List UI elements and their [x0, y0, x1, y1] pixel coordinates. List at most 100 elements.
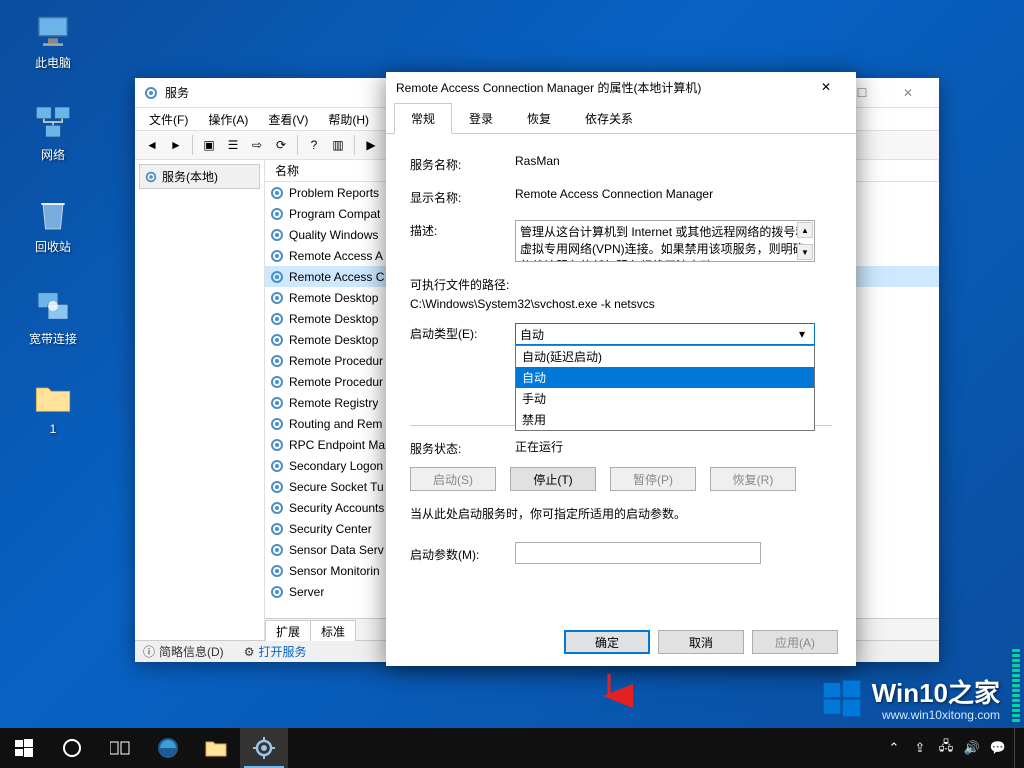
taskview-icon	[110, 740, 130, 756]
tree-item-services-local[interactable]: 服务(本地)	[139, 164, 260, 189]
help-button[interactable]: ?	[303, 134, 325, 156]
executable-label: 可执行文件的路径:	[410, 276, 832, 293]
pause-button[interactable]: 暂停(P)	[610, 467, 696, 491]
forward-button[interactable]: ►	[165, 134, 187, 156]
tray-up-icon[interactable]: ⌃	[884, 728, 904, 768]
gear-icon	[144, 170, 158, 184]
menu-action[interactable]: 操作(A)	[200, 109, 256, 130]
up-button[interactable]: ▣	[198, 134, 220, 156]
gear-icon	[269, 437, 285, 453]
taskbar-edge[interactable]	[144, 728, 192, 768]
service-name-text: Program Compat	[289, 207, 380, 221]
desktop-icon-broadband[interactable]: 宽带连接	[16, 286, 90, 347]
resume-button[interactable]: 恢复(R)	[710, 467, 796, 491]
dialog-titlebar[interactable]: Remote Access Connection Manager 的属性(本地计…	[386, 72, 856, 102]
start-params-input[interactable]	[515, 542, 761, 564]
desktop-icon-pc[interactable]: 此电脑	[16, 10, 90, 71]
scroll-up-button[interactable]: ▲	[797, 222, 813, 238]
dropdown-option[interactable]: 自动(延迟启动)	[516, 346, 814, 367]
desktop-icon-label: 网络	[16, 146, 90, 163]
dialog-content: 服务名称: RasMan 显示名称: Remote Access Connect…	[386, 134, 856, 618]
show-desktop-button[interactable]	[1014, 728, 1020, 768]
chevron-down-icon: ▾	[794, 327, 810, 341]
tray-network-icon[interactable]: 🖧	[936, 728, 956, 768]
gear-icon	[269, 458, 285, 474]
tab-general[interactable]: 常规	[394, 103, 452, 134]
info-icon: ⓘ	[143, 643, 155, 660]
hint-text: 当从此处启动服务时，你可指定所适用的启动参数。	[410, 505, 832, 522]
play-button[interactable]: ▶	[360, 134, 382, 156]
gear-icon	[269, 563, 285, 579]
column-button[interactable]: ▥	[327, 134, 349, 156]
back-button[interactable]: ◄	[141, 134, 163, 156]
properties-button[interactable]: ☰	[222, 134, 244, 156]
service-name-text: Remote Desktop	[289, 312, 378, 326]
start-button[interactable]	[0, 728, 48, 768]
service-name-text: Server	[289, 585, 324, 599]
desktop-icon-folder1[interactable]: 1	[16, 378, 90, 436]
service-name-text: Security Accounts	[289, 501, 384, 515]
service-status-value: 正在运行	[515, 438, 832, 455]
watermark: Win10之家 www.win10xitong.com	[822, 673, 1000, 722]
gear-icon	[269, 374, 285, 390]
tab-standard[interactable]: 标准	[310, 620, 356, 641]
open-services-link[interactable]: 打开服务	[258, 643, 306, 660]
gear-icon	[269, 227, 285, 243]
gear-icon	[269, 542, 285, 558]
service-name-text: Problem Reports	[289, 186, 379, 200]
description-label: 描述:	[410, 220, 515, 239]
cortana-button[interactable]	[48, 728, 96, 768]
gear-icon	[269, 206, 285, 222]
tab-dependencies[interactable]: 依存关系	[568, 103, 650, 134]
dialog-tabs: 常规 登录 恢复 依存关系	[386, 102, 856, 134]
tray-volume-icon[interactable]: 🔊	[962, 728, 982, 768]
stop-button[interactable]: 停止(T)	[510, 467, 596, 491]
gear-icon	[269, 185, 285, 201]
service-name-text: Security Center	[289, 522, 372, 536]
menu-file[interactable]: 文件(F)	[141, 109, 196, 130]
select-value: 自动	[520, 326, 794, 343]
tab-extended[interactable]: 扩展	[265, 620, 311, 641]
gear-icon	[269, 584, 285, 600]
dropdown-option[interactable]: 禁用	[516, 409, 814, 430]
service-name-text: RPC Endpoint Ma	[289, 438, 385, 452]
gear-icon: ⚙	[244, 645, 255, 659]
desktop-icon-label: 此电脑	[16, 54, 90, 71]
dialog-close-button[interactable]: ✕	[806, 72, 846, 102]
gear-icon	[269, 311, 285, 327]
folder-icon	[33, 378, 73, 418]
tree-panel: 服务(本地)	[135, 160, 265, 640]
dropdown-option[interactable]: 自动	[516, 367, 814, 388]
gear-icon	[253, 737, 275, 759]
desktop-icon-label: 回收站	[16, 238, 90, 255]
description-box: 管理从这台计算机到 Internet 或其他远程网络的拨号和虚拟专用网络(VPN…	[515, 220, 815, 262]
tray-usb-icon[interactable]: ⇪	[910, 728, 930, 768]
tray-notifications-icon[interactable]: 💬	[988, 728, 1008, 768]
tab-logon[interactable]: 登录	[452, 103, 510, 134]
startup-type-select[interactable]: 自动 ▾ 自动(延迟启动)自动手动禁用	[515, 323, 815, 345]
apply-button[interactable]: 应用(A)	[752, 630, 838, 654]
task-view-button[interactable]	[96, 728, 144, 768]
taskbar: ⌃ ⇪ 🖧 🔊 💬	[0, 728, 1024, 768]
menu-help[interactable]: 帮助(H)	[320, 109, 377, 130]
desktop-icon-recycle[interactable]: 回收站	[16, 194, 90, 255]
taskbar-explorer[interactable]	[192, 728, 240, 768]
close-button[interactable]: ✕	[885, 78, 931, 108]
export-button[interactable]: ⇨	[246, 134, 268, 156]
computer-icon	[33, 10, 73, 50]
ok-button[interactable]: 确定	[564, 630, 650, 654]
cancel-button[interactable]: 取消	[658, 630, 744, 654]
status-text: 简略信息(D)	[159, 643, 224, 660]
service-name-text: Remote Procedur	[289, 354, 383, 368]
menu-view[interactable]: 查看(V)	[260, 109, 316, 130]
service-name-text: Remote Desktop	[289, 291, 378, 305]
refresh-button[interactable]: ⟳	[270, 134, 292, 156]
tab-recovery[interactable]: 恢复	[510, 103, 568, 134]
service-name-text: Remote Procedur	[289, 375, 383, 389]
taskbar-services[interactable]	[240, 728, 288, 768]
dropdown-option[interactable]: 手动	[516, 388, 814, 409]
windows-logo-icon	[822, 678, 862, 718]
start-button[interactable]: 启动(S)	[410, 467, 496, 491]
desktop-icon-network[interactable]: 网络	[16, 102, 90, 163]
scroll-down-button[interactable]: ▼	[797, 244, 813, 260]
